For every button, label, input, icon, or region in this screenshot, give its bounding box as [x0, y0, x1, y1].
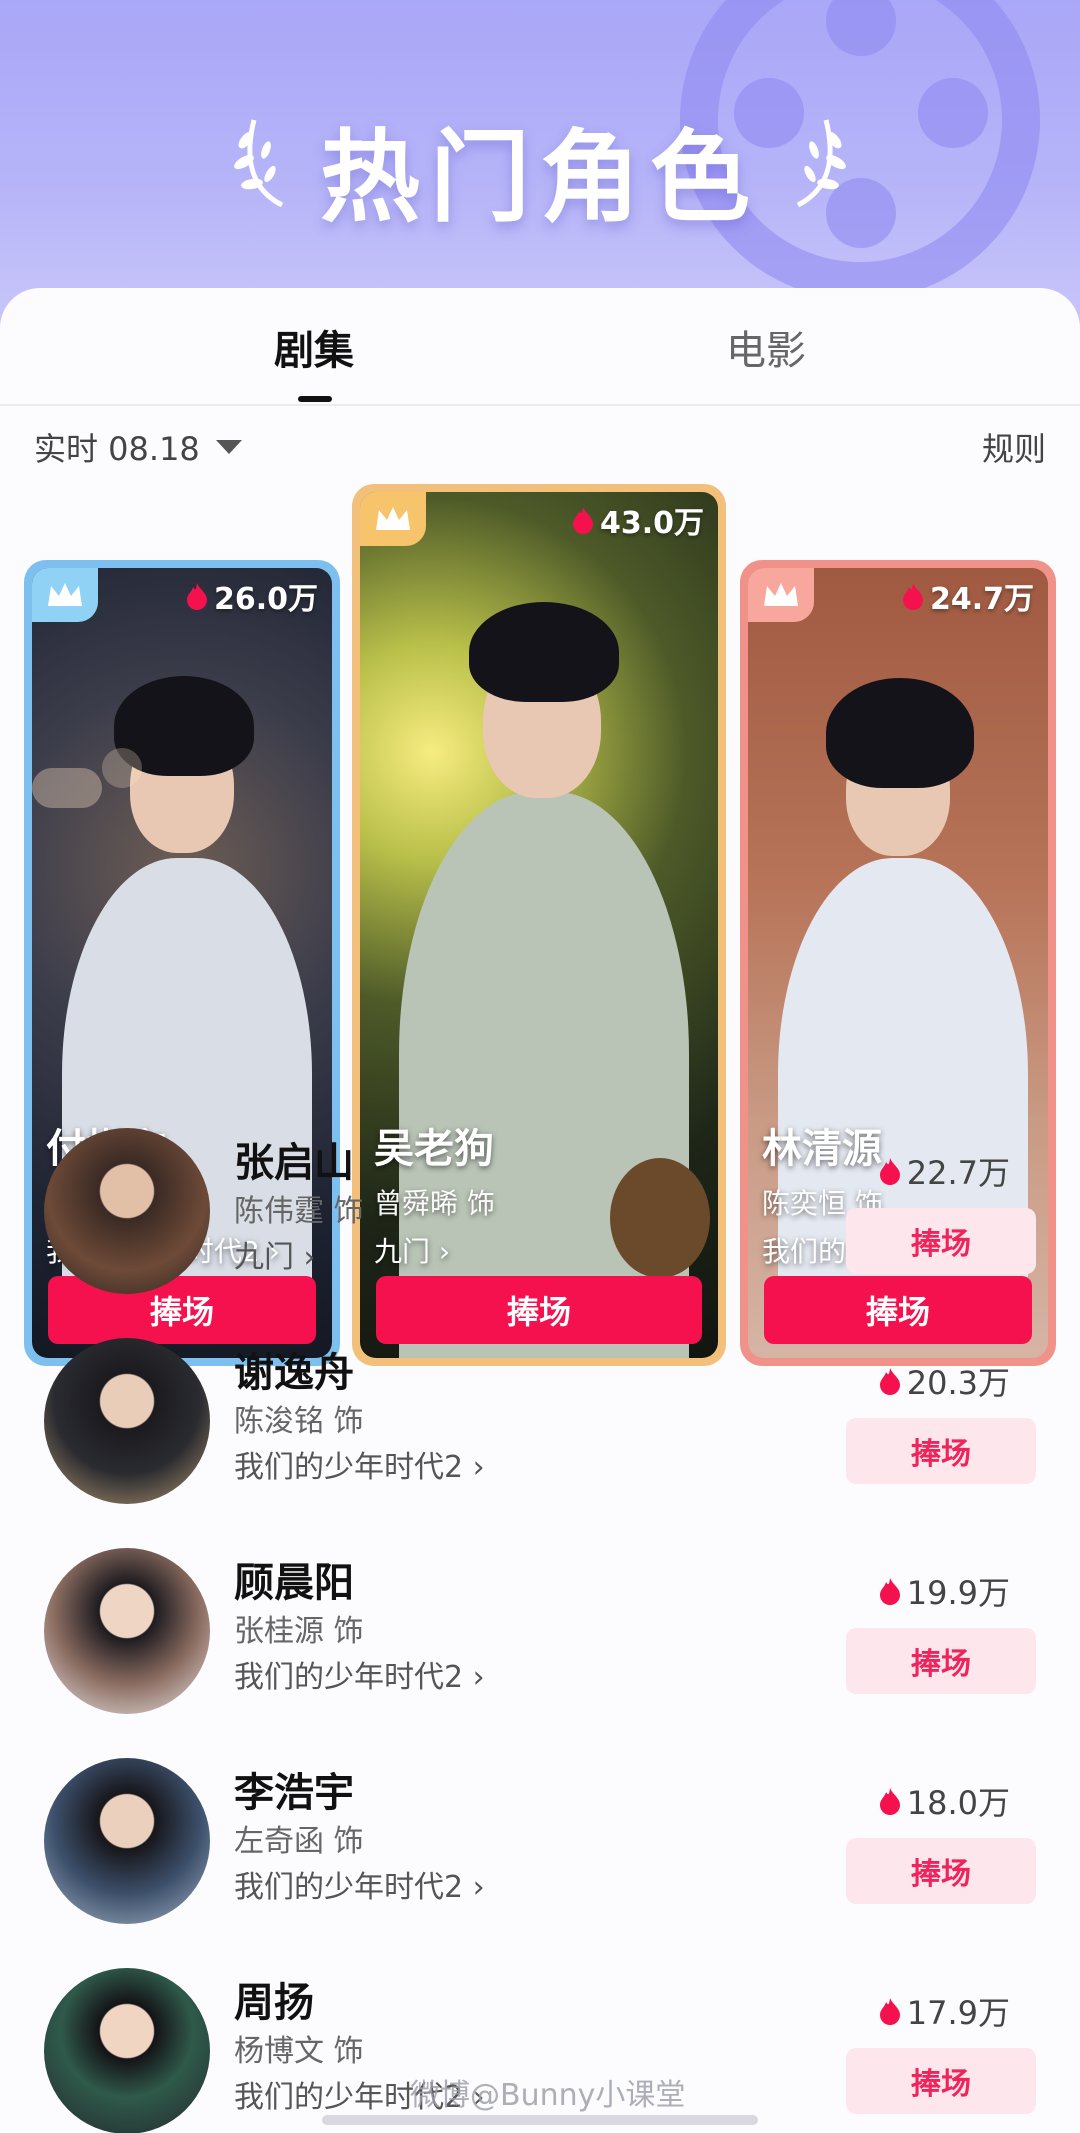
- flame-icon: [879, 1788, 900, 1815]
- list-item[interactable]: 李浩宇 左奇函 饰 我们的少年时代2 › 18.0万 捧场: [0, 1754, 1080, 1954]
- avatar: [44, 1128, 210, 1294]
- character-name: 顾晨阳: [234, 1560, 354, 1606]
- date-label: 实时 08.18: [34, 430, 200, 468]
- flame-icon: [879, 1158, 900, 1185]
- show-link[interactable]: 我们的少年时代2 ›: [234, 1442, 485, 1486]
- heat-value: 18.0万: [906, 1784, 1010, 1822]
- hero-banner: 热门角色: [0, 0, 1080, 330]
- active-tab-indicator: [298, 396, 332, 402]
- character-name: 张启山: [234, 1140, 354, 1186]
- tab-bar: 剧集 电影: [0, 288, 1080, 406]
- date-dropdown[interactable]: 实时 08.18: [34, 424, 242, 470]
- page-title: 热门角色: [320, 119, 760, 236]
- flame-icon: [902, 583, 923, 610]
- actor-name: 左奇函 饰: [234, 1824, 364, 1859]
- heat-count: 20.3万: [879, 1358, 1010, 1404]
- watermark: 微博@Bunny小课堂: [410, 2078, 686, 2113]
- character-name: 周扬: [234, 1980, 314, 2026]
- show-link[interactable]: 九门 ›: [234, 1232, 316, 1276]
- heat-value: 19.9万: [906, 1574, 1010, 1612]
- heat-value: 24.7万: [929, 582, 1034, 617]
- home-indicator[interactable]: [322, 2115, 758, 2125]
- actor-name: 陈伟霆 饰: [234, 1194, 364, 1229]
- tab-series[interactable]: 剧集: [274, 318, 354, 376]
- heat-count: 19.9万: [879, 1568, 1010, 1614]
- heat-value: 17.9万: [906, 1994, 1010, 2032]
- cheer-button[interactable]: 捧场: [846, 1208, 1036, 1274]
- heat-count: 26.0万: [186, 574, 318, 618]
- actor-name: 杨博文 饰: [234, 2034, 364, 2069]
- actor-name: 张桂源 饰: [234, 1614, 364, 1649]
- character-name: 谢逸舟: [234, 1350, 354, 1396]
- avatar: [44, 1548, 210, 1714]
- heat-count: 17.9万: [879, 1988, 1010, 2034]
- cheer-button[interactable]: 捧场: [846, 1418, 1036, 1484]
- flame-icon: [879, 1998, 900, 2025]
- flame-icon: [879, 1578, 900, 1605]
- avatar: [44, 1758, 210, 1924]
- flame-icon: [879, 1368, 900, 1395]
- character-name: 李浩宇: [234, 1770, 354, 1816]
- heat-value: 43.0万: [599, 506, 704, 541]
- filter-bar: 实时 08.18 规则: [0, 424, 1080, 474]
- tab-movies[interactable]: 电影: [726, 318, 806, 376]
- heat-count: 22.7万: [879, 1148, 1010, 1194]
- heat-count: 43.0万: [572, 498, 704, 542]
- crown-icon: [748, 568, 814, 622]
- cheer-button[interactable]: 捧场: [846, 1838, 1036, 1904]
- heat-value: 26.0万: [213, 582, 318, 617]
- heat-value: 22.7万: [906, 1154, 1010, 1192]
- cheer-button[interactable]: 捧场: [846, 2048, 1036, 2114]
- rules-link[interactable]: 规则: [982, 424, 1046, 470]
- laurel-icon: [796, 119, 846, 208]
- heat-count: 18.0万: [879, 1778, 1010, 1824]
- list-item[interactable]: 张启山 陈伟霆 饰 九门 › 22.7万 捧场: [0, 1124, 1080, 1324]
- cheer-button[interactable]: 捧场: [846, 1628, 1036, 1694]
- avatar: [44, 1968, 210, 2133]
- show-link[interactable]: 我们的少年时代2 ›: [234, 1862, 485, 1906]
- heat-count: 24.7万: [902, 574, 1034, 618]
- actor-name: 陈浚铭 饰: [234, 1404, 364, 1439]
- content-sheet: 剧集 电影 实时 08.18 规则 26.0万 付彬言: [0, 288, 1080, 2133]
- show-link[interactable]: 我们的少年时代2 ›: [234, 1652, 485, 1696]
- flame-icon: [186, 583, 207, 610]
- flame-icon: [572, 507, 593, 534]
- heat-value: 20.3万: [906, 1364, 1010, 1402]
- crown-icon: [360, 492, 426, 546]
- list-item[interactable]: 谢逸舟 陈浚铭 饰 我们的少年时代2 › 20.3万 捧场: [0, 1334, 1080, 1534]
- list-item[interactable]: 顾晨阳 张桂源 饰 我们的少年时代2 › 19.9万 捧场: [0, 1544, 1080, 1744]
- avatar: [44, 1338, 210, 1504]
- crown-icon: [32, 568, 98, 622]
- caret-down-icon: [215, 440, 242, 454]
